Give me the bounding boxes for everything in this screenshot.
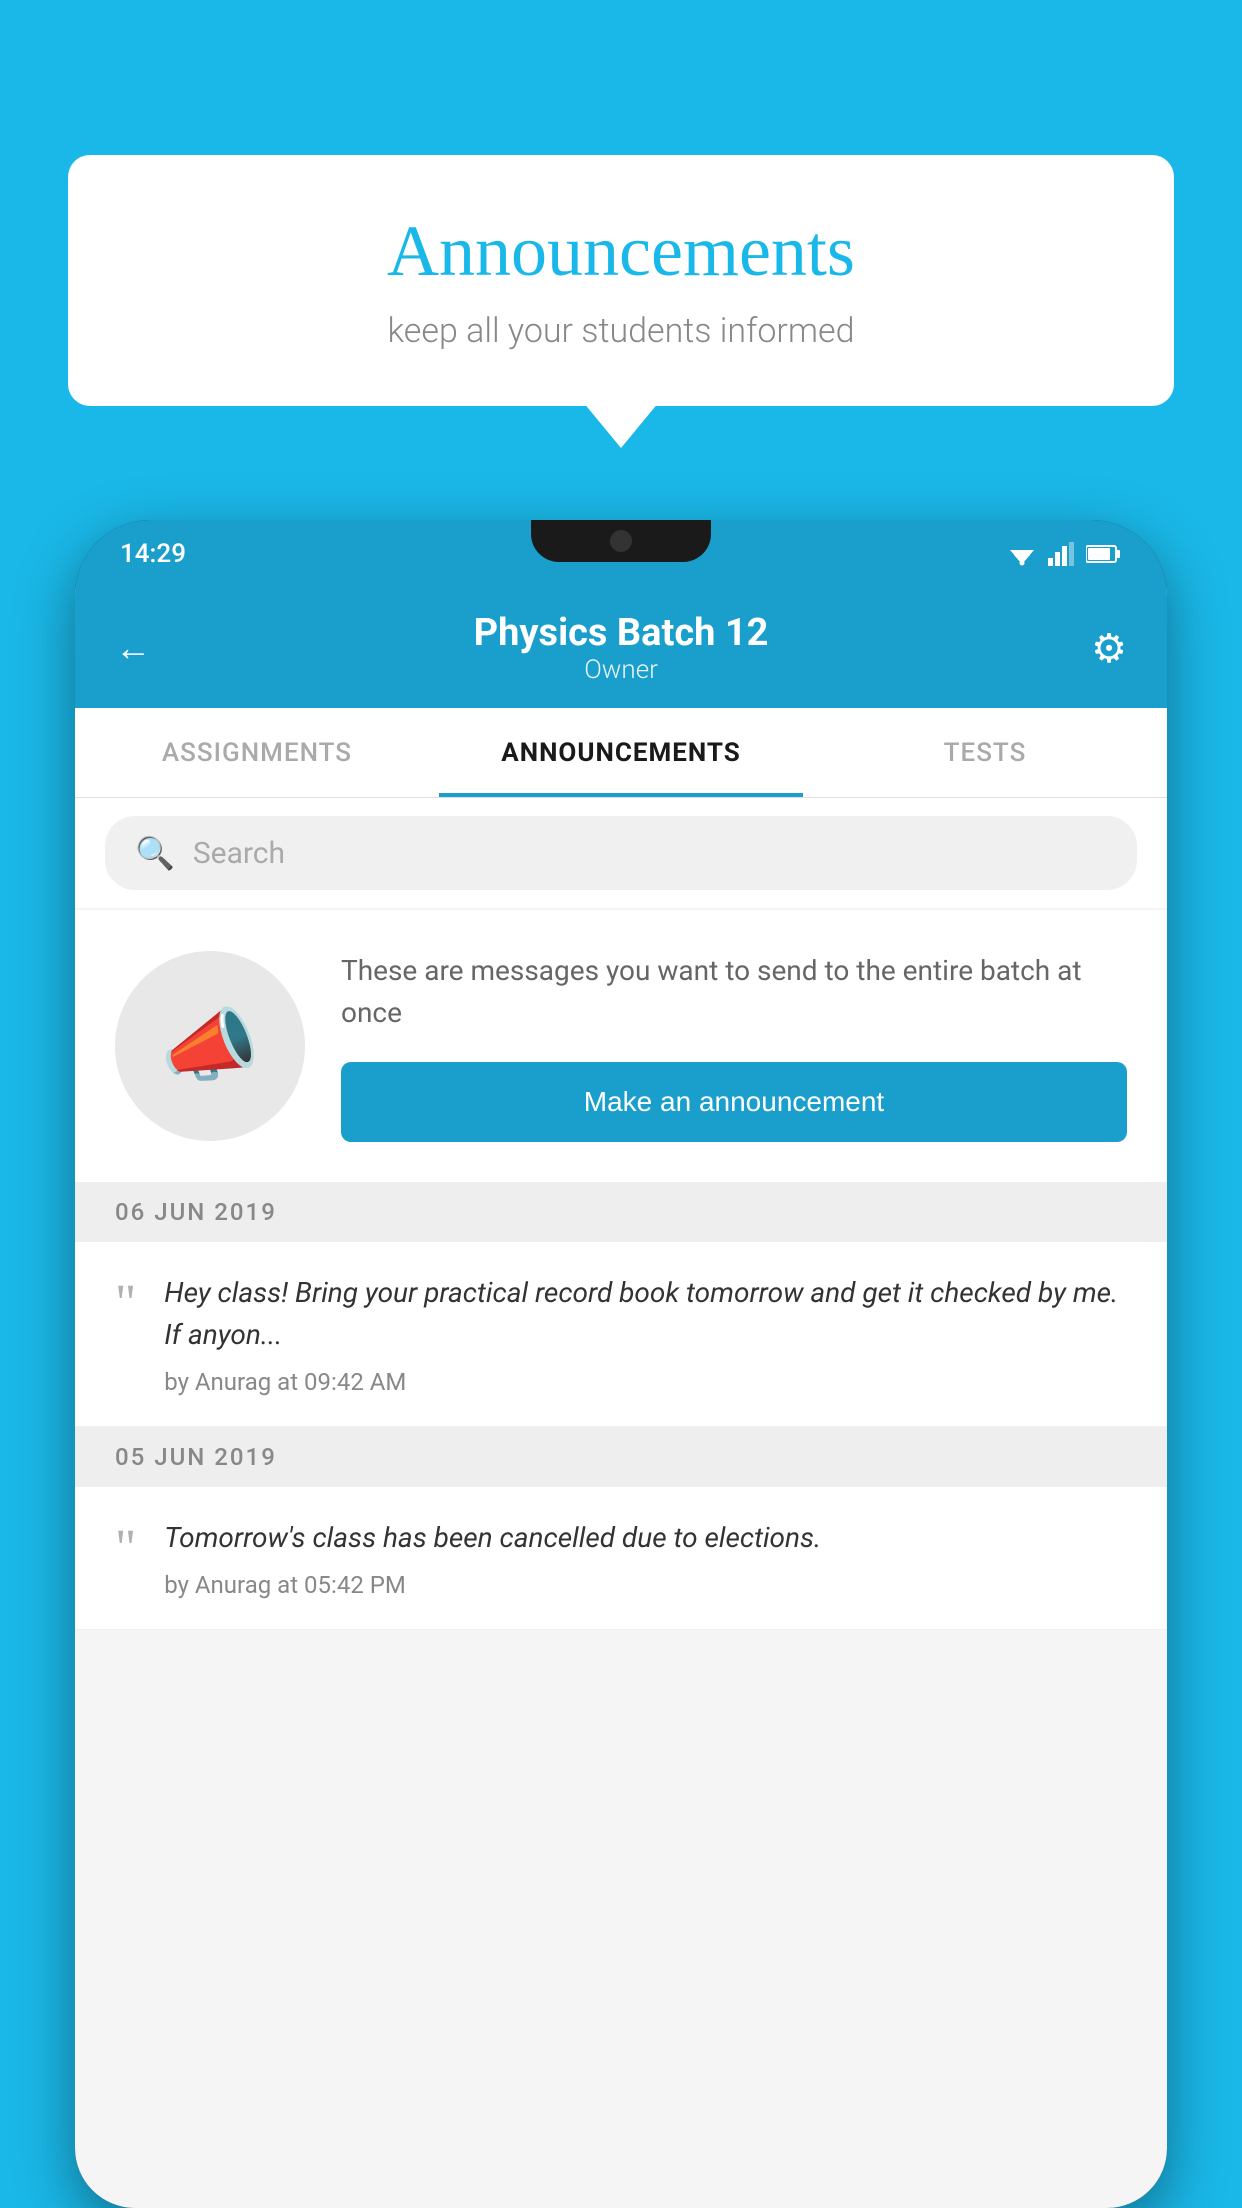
speech-bubble-container: Announcements keep all your students inf…	[68, 155, 1174, 406]
bubble-title: Announcements	[128, 210, 1114, 293]
announcement-text-2: Tomorrow's class has been cancelled due …	[164, 1517, 1127, 1559]
status-bar: 14:29	[75, 520, 1167, 588]
speech-bubble: Announcements keep all your students inf…	[68, 155, 1174, 406]
announcement-meta-1: by Anurag at 09:42 AM	[164, 1368, 1127, 1396]
header-title: Physics Batch 12	[474, 611, 769, 655]
signal-icon	[1048, 542, 1076, 566]
date-divider-1: 06 JUN 2019	[75, 1182, 1167, 1242]
tab-tests[interactable]: TESTS	[803, 708, 1167, 797]
announcement-meta-2: by Anurag at 05:42 PM	[164, 1571, 1127, 1599]
header-subtitle: Owner	[474, 655, 769, 685]
make-announcement-button[interactable]: Make an announcement	[341, 1062, 1127, 1142]
header-center: Physics Batch 12 Owner	[474, 611, 769, 685]
camera-lens	[610, 530, 632, 552]
prompt-description: These are messages you want to send to t…	[341, 950, 1127, 1034]
prompt-right: These are messages you want to send to t…	[341, 950, 1127, 1142]
phone-frame: 14:29	[75, 520, 1167, 2208]
search-bar: 🔍 Search	[75, 798, 1167, 908]
quote-icon-1: "	[115, 1278, 136, 1330]
status-icons	[1006, 542, 1122, 566]
announcement-prompt: 📣 These are messages you want to send to…	[75, 910, 1167, 1182]
announcement-text-1: Hey class! Bring your practical record b…	[164, 1272, 1127, 1356]
app-header: ← Physics Batch 12 Owner ⚙	[75, 588, 1167, 708]
megaphone-icon: 📣	[160, 999, 260, 1093]
search-input-wrapper[interactable]: 🔍 Search	[105, 816, 1137, 890]
quote-icon-2: "	[115, 1523, 136, 1575]
status-time: 14:29	[120, 539, 186, 569]
bubble-subtitle: keep all your students informed	[128, 311, 1114, 351]
search-icon: 🔍	[135, 834, 175, 872]
tabs-bar: ASSIGNMENTS ANNOUNCEMENTS TESTS	[75, 708, 1167, 798]
announcement-content-2: Tomorrow's class has been cancelled due …	[164, 1517, 1127, 1599]
phone-inner: ← Physics Batch 12 Owner ⚙ ASSIGNMENTS A…	[75, 588, 1167, 2208]
date-divider-2: 05 JUN 2019	[75, 1427, 1167, 1487]
phone-notch	[531, 520, 711, 562]
announcement-content-1: Hey class! Bring your practical record b…	[164, 1272, 1127, 1396]
megaphone-circle: 📣	[115, 951, 305, 1141]
settings-icon[interactable]: ⚙	[1091, 625, 1127, 672]
announcement-item-1[interactable]: " Hey class! Bring your practical record…	[75, 1242, 1167, 1427]
tab-assignments[interactable]: ASSIGNMENTS	[75, 708, 439, 797]
tab-announcements[interactable]: ANNOUNCEMENTS	[439, 708, 803, 797]
wifi-icon	[1006, 542, 1038, 566]
announcement-item-2[interactable]: " Tomorrow's class has been cancelled du…	[75, 1487, 1167, 1630]
battery-icon	[1086, 544, 1122, 564]
back-button[interactable]: ←	[115, 627, 151, 669]
search-placeholder: Search	[193, 836, 285, 871]
